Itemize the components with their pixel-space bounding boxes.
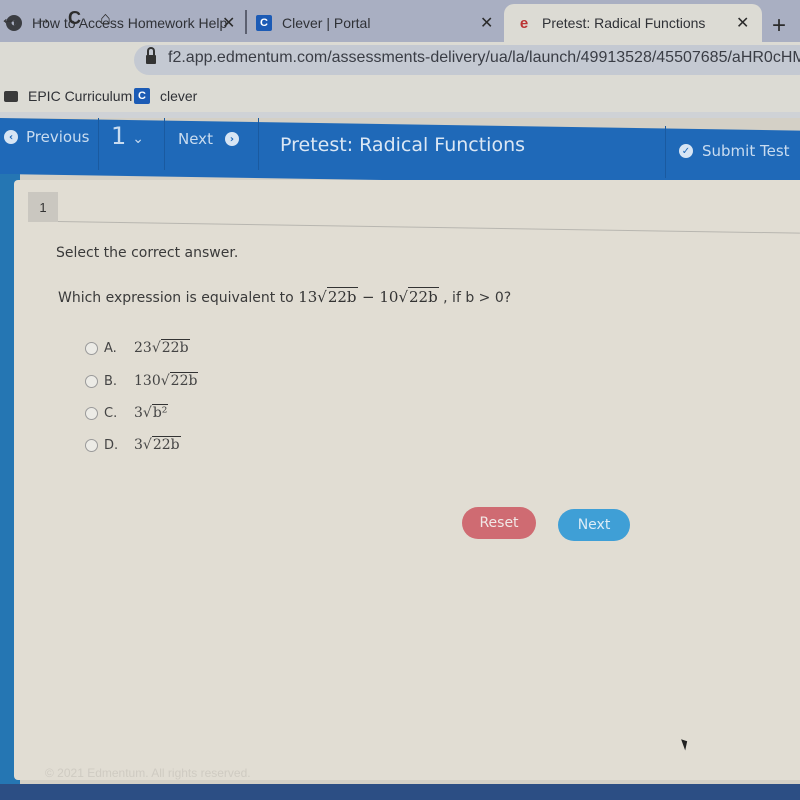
check-circle-icon: ✓ (679, 144, 693, 158)
bookmark-epic-curriculum[interactable]: EPIC Curriculum (4, 88, 132, 104)
assessment-title: Pretest: Radical Functions (280, 134, 526, 156)
coef: 10 (379, 288, 399, 306)
close-icon[interactable]: ✕ (736, 13, 749, 33)
bookmark-clever[interactable]: C clever (134, 88, 197, 104)
lock-icon (146, 47, 156, 65)
bottom-bar (0, 784, 800, 800)
option-value: 3√b² (134, 404, 169, 421)
question-prompt: Which expression is equivalent to 13√22b… (58, 287, 512, 306)
option-d[interactable]: D. 3√22b (85, 436, 181, 453)
question-selector[interactable]: 1 ⌄ (111, 122, 144, 150)
sqrt-icon: √ (151, 340, 161, 356)
question-card (14, 180, 800, 780)
prompt-prefix: Which expression is equivalent to (58, 290, 299, 306)
close-icon[interactable]: ✕ (480, 13, 493, 33)
sqrt-icon: √ (160, 373, 170, 389)
option-label: C. (104, 405, 118, 421)
submit-label: Submit Test (702, 142, 790, 160)
header-gap (0, 112, 800, 118)
radicand: 22b (326, 287, 358, 306)
term-2: 10√22b (379, 287, 439, 306)
coef: 13 (298, 288, 318, 306)
tab-clever-portal[interactable]: C Clever | Portal ✕ (256, 6, 496, 40)
submit-test-button[interactable]: ✓ Submit Test (679, 142, 790, 160)
option-c[interactable]: C. 3√b² (85, 404, 169, 421)
next-button[interactable]: Next (558, 509, 630, 541)
next-label: Next (178, 130, 213, 148)
forward-arrow-icon[interactable]: → (34, 8, 52, 29)
option-value: 130√22b (134, 372, 199, 389)
clever-c-icon: C (256, 15, 272, 31)
tab-pretest-active[interactable]: e Pretest: Radical Functions ✕ (504, 4, 762, 42)
coef: 3 (134, 405, 143, 421)
coef: 130 (134, 373, 161, 389)
url-text[interactable]: f2.app.edmentum.com/assessments-delivery… (168, 49, 800, 67)
back-arrow-icon[interactable]: ← (0, 8, 18, 29)
sqrt-icon: √ (317, 288, 327, 306)
coef: 23 (134, 340, 152, 356)
close-icon[interactable]: ✕ (222, 13, 235, 33)
tab-divider (245, 10, 247, 34)
operator: − (362, 288, 380, 306)
radio-button[interactable] (85, 406, 98, 420)
radio-button[interactable] (85, 341, 98, 355)
sqrt-icon: √ (142, 437, 152, 453)
header-next-button[interactable]: Next › (178, 130, 239, 148)
question-number: 1 (28, 192, 58, 222)
instruction-text: Select the correct answer. (56, 245, 239, 261)
sqrt-icon: √ (142, 405, 152, 421)
new-tab-button[interactable]: + (772, 12, 786, 40)
tab-title: Pretest: Radical Functions (542, 15, 706, 31)
previous-label: Previous (26, 128, 90, 146)
header-divider (665, 126, 666, 178)
reload-icon[interactable]: C (68, 8, 81, 29)
tab-title: Clever | Portal (282, 15, 371, 31)
header-divider (258, 118, 259, 170)
option-label: B. (104, 373, 118, 389)
radio-button[interactable] (85, 374, 98, 388)
radicand: 22b (408, 287, 439, 306)
radicand: 22b (151, 436, 181, 453)
bookmark-label: clever (160, 88, 198, 104)
radicand: 22b (160, 339, 190, 356)
coef: 3 (134, 437, 143, 453)
sqrt-icon: √ (398, 288, 408, 306)
folder-icon (4, 90, 18, 102)
question-selector-value: 1 (111, 122, 127, 150)
option-value: 23√22b (134, 339, 190, 356)
header-divider (164, 118, 165, 170)
prompt-suffix: , if b > 0? (443, 290, 512, 306)
term-1: 13√22b (298, 287, 358, 306)
home-icon[interactable]: ⌂ (100, 8, 111, 29)
option-b[interactable]: B. 130√22b (85, 372, 199, 389)
option-label: A. (104, 340, 117, 356)
header-divider (98, 118, 99, 170)
bookmark-label: EPIC Curriculum (28, 88, 133, 104)
copyright-footer: © 2021 Edmentum. All rights reserved. (45, 766, 251, 780)
previous-button[interactable]: ‹ Previous (4, 128, 89, 146)
radicand: b² (151, 404, 169, 421)
option-label: D. (104, 437, 119, 453)
option-value: 3√22b (134, 436, 181, 453)
edmentum-e-icon: e (519, 14, 529, 32)
tab-title: How to Access Homework Help (32, 15, 228, 31)
option-a[interactable]: A. 23√22b (85, 339, 190, 356)
chevron-down-icon: ⌄ (132, 131, 145, 147)
clever-c-icon: C (134, 88, 150, 104)
arrow-right-circle-icon: › (224, 132, 239, 146)
reset-button[interactable]: Reset (462, 507, 536, 539)
arrow-left-circle-icon: ‹ (4, 130, 18, 144)
radicand: 22b (169, 372, 199, 389)
radio-button[interactable] (85, 438, 98, 452)
